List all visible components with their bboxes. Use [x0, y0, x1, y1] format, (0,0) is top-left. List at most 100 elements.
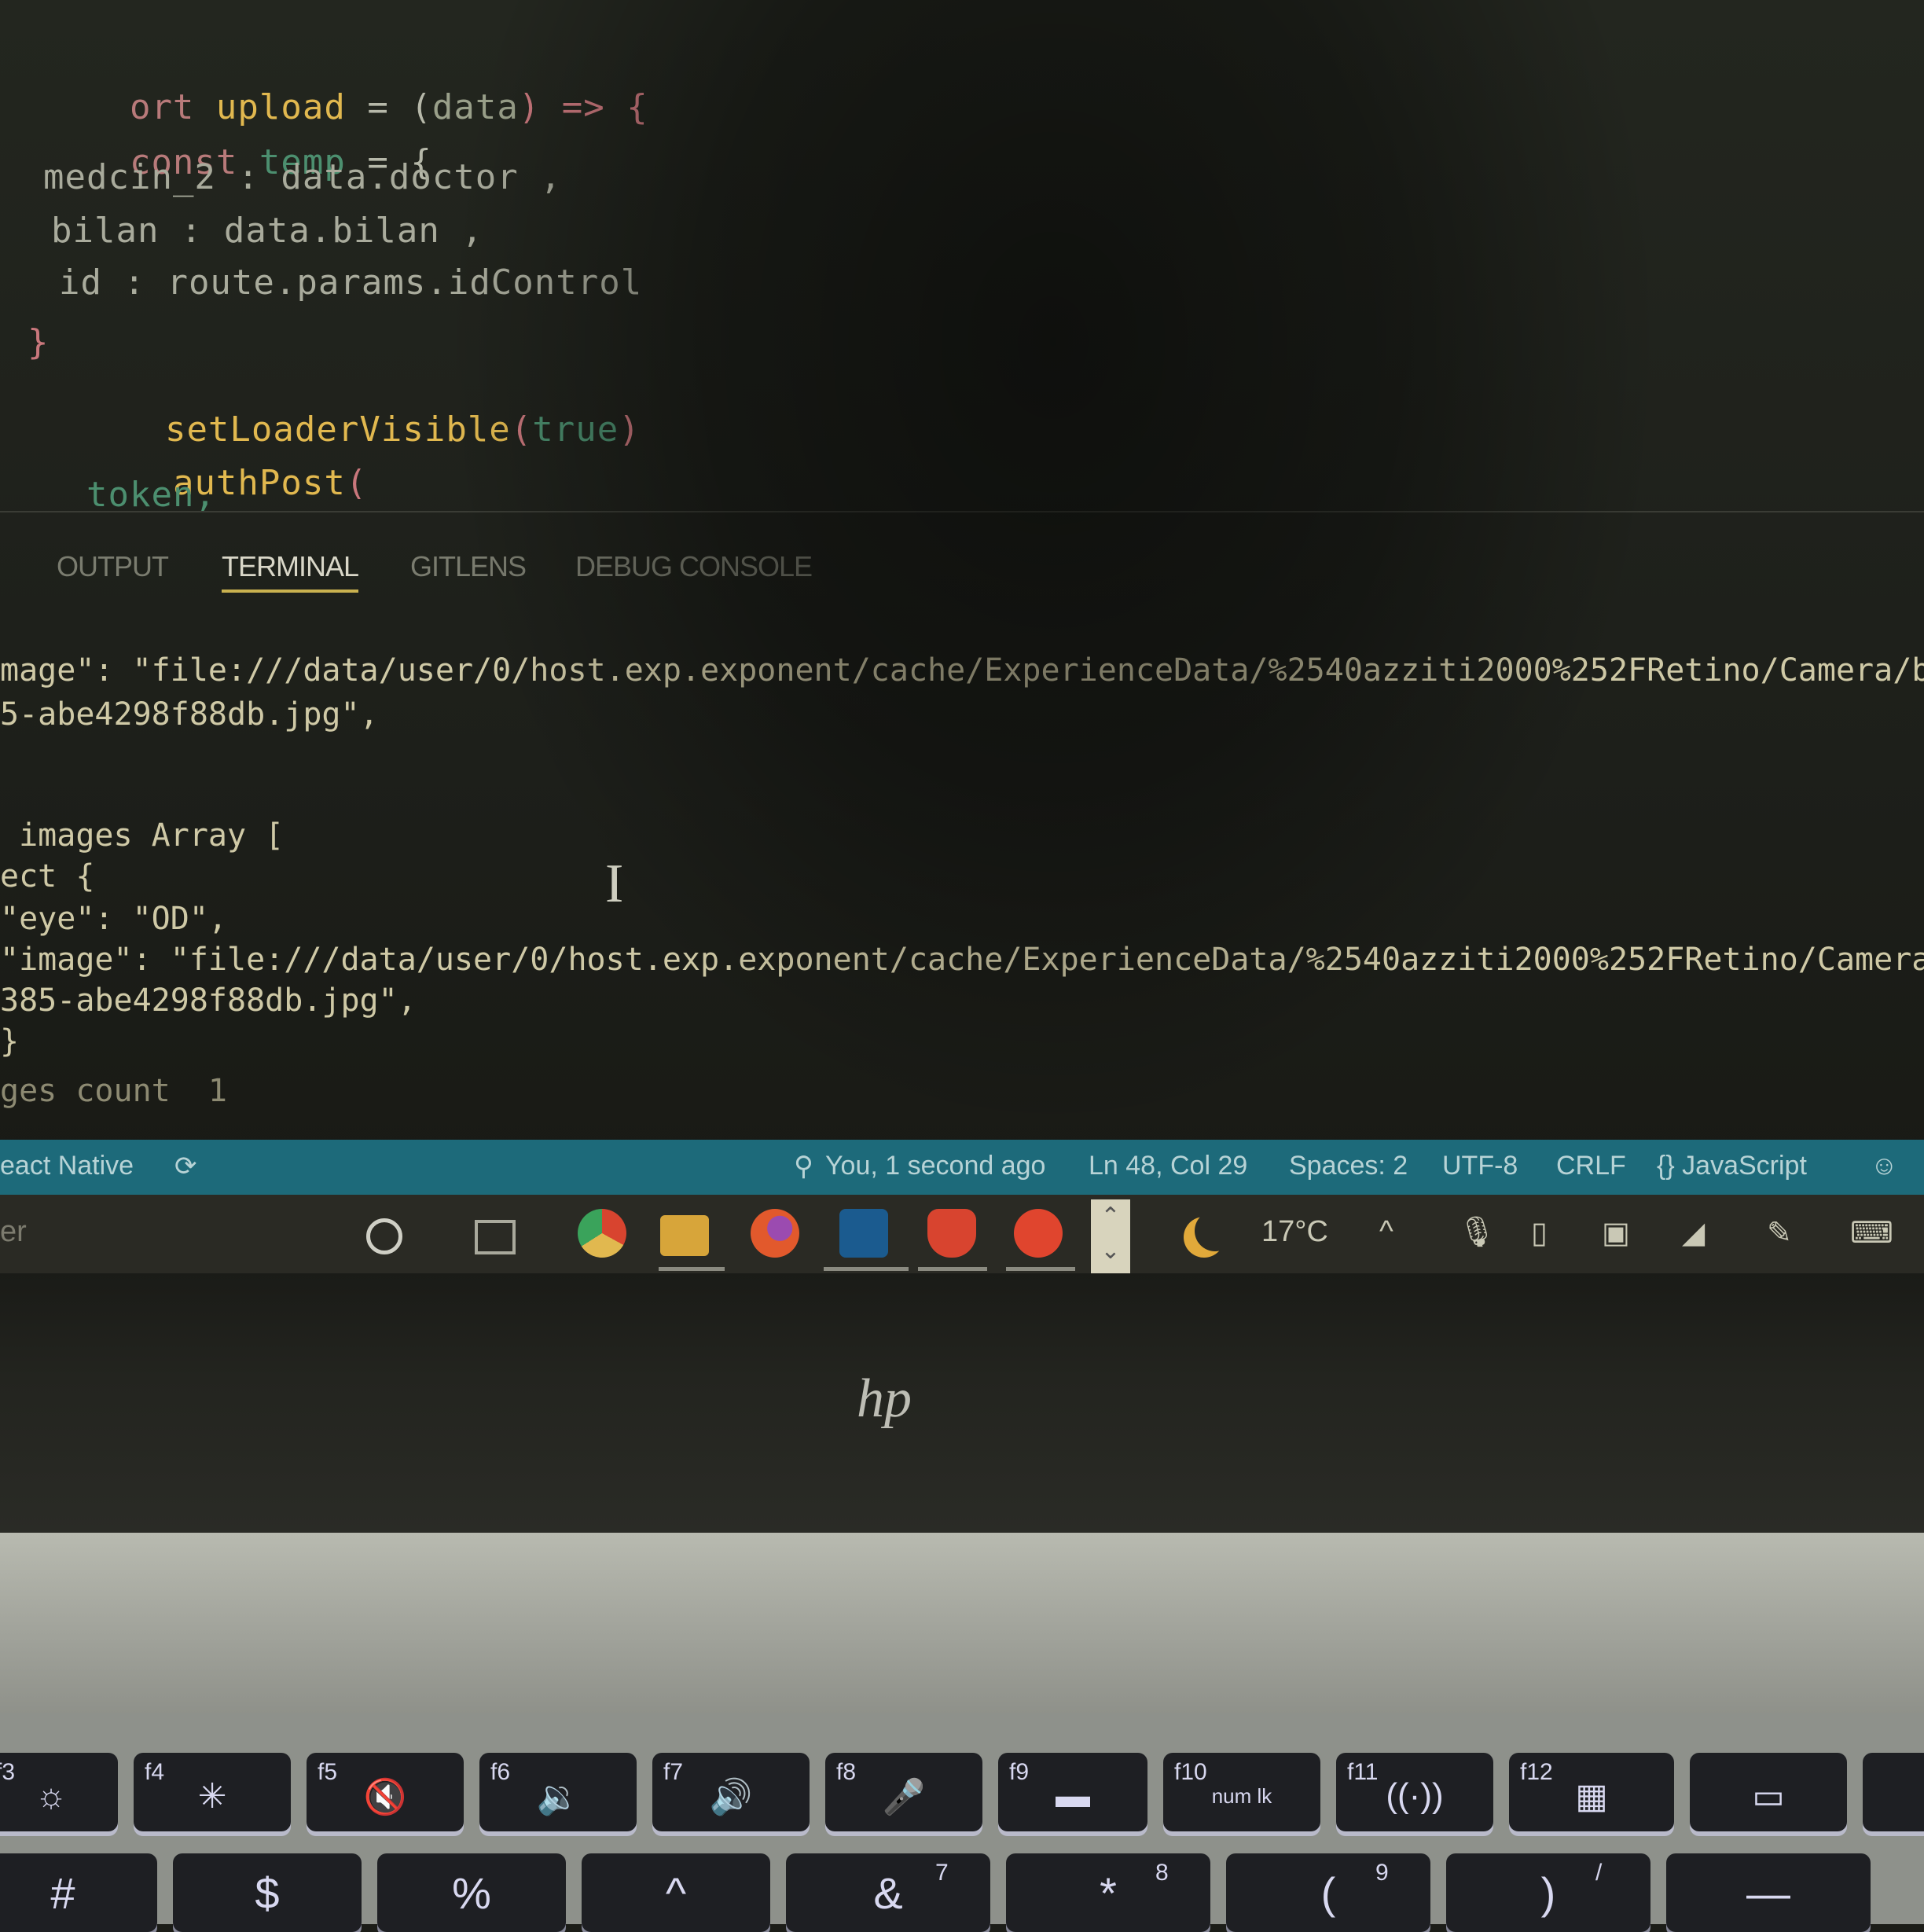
key-f3[interactable]: f3 ☼ — [0, 1753, 118, 1831]
status-framework[interactable]: eact Native — [0, 1151, 134, 1181]
laptop-screen: ort upload = (data) => { const temp = { … — [0, 0, 1924, 1273]
mute-icon: 🔇 — [363, 1778, 407, 1816]
microphone-icon[interactable]: 🎙 — [1458, 1215, 1496, 1250]
laptop-hinge — [0, 1533, 1924, 1713]
key-symbol: ^ — [665, 1868, 687, 1918]
key-symbol: * — [1100, 1868, 1117, 1918]
code-token: ( — [510, 410, 533, 450]
key-f9[interactable]: f9 ▬ — [998, 1753, 1147, 1831]
taskbar-scroll-control[interactable]: ⌃ ⌄ — [1091, 1199, 1130, 1273]
mic-mute-icon: 🎤 — [882, 1778, 926, 1816]
code-token: ) — [619, 410, 641, 450]
file-explorer-running-indicator — [659, 1267, 725, 1271]
key-minus[interactable]: — — [1666, 1853, 1871, 1932]
tab-output[interactable]: OUTPUT — [57, 550, 169, 583]
opera-icon[interactable] — [1014, 1209, 1063, 1258]
key-asterisk[interactable]: * 8 — [1006, 1853, 1210, 1932]
terminal-line: images Array [ — [0, 817, 285, 854]
status-encoding[interactable]: UTF-8 — [1442, 1151, 1518, 1181]
brightness-up-icon: ✳ — [197, 1777, 227, 1816]
key-symbol: # — [50, 1868, 75, 1918]
status-eol[interactable]: CRLF — [1556, 1151, 1626, 1181]
key-symbol: — — [1746, 1868, 1790, 1918]
panel-divider — [0, 511, 1924, 512]
key-symbol: ) — [1540, 1868, 1556, 1918]
key-label: f6 — [490, 1759, 511, 1785]
file-explorer-icon[interactable] — [660, 1215, 709, 1256]
key-percent[interactable]: % — [377, 1853, 566, 1932]
key-numpad-label: / — [1595, 1860, 1603, 1886]
key-symbol: ( — [1320, 1868, 1336, 1918]
code-line: bilan : data.bilan , — [51, 211, 483, 251]
key-f10[interactable]: f10 num lk — [1163, 1753, 1320, 1831]
key-numpad-label: 9 — [1375, 1860, 1389, 1886]
key-dollar[interactable]: $ — [173, 1853, 362, 1932]
keyboard-deck: f3 ☼ f4 ✳ f5 🔇 f6 🔉 f7 🔊 f8 🎤 f9 ▬ f10num lk f1… — [0, 1713, 1924, 1932]
weather-temperature[interactable]: 17°C — [1261, 1215, 1328, 1249]
vscode-running-indicator — [824, 1267, 909, 1271]
tab-debug-console[interactable]: DEBUG CONSOLE — [575, 550, 813, 583]
tab-gitlens[interactable]: GITLENS — [410, 550, 527, 583]
terminal-line: 385-abe4298f88db.jpg", — [0, 983, 417, 1019]
key-display[interactable]: ▭ — [1690, 1753, 1847, 1831]
key-f4[interactable]: f4 ✳ — [134, 1753, 291, 1831]
display-icon: ▭ — [1752, 1777, 1785, 1816]
code-token: data — [431, 87, 519, 127]
cortana-icon[interactable] — [366, 1218, 402, 1254]
firefox-icon[interactable] — [751, 1209, 799, 1258]
terminal-line: } — [0, 1023, 20, 1060]
status-blame[interactable]: You, 1 second ago — [825, 1151, 1045, 1181]
network-icon[interactable]: ◢ — [1682, 1215, 1705, 1251]
status-cursor-position[interactable]: Ln 48, Col 29 — [1089, 1151, 1247, 1181]
device-icon[interactable]: ▯ — [1531, 1215, 1548, 1251]
num-lock-label: num lk — [1211, 1784, 1272, 1808]
vscode-icon[interactable] — [839, 1209, 888, 1258]
key-f8[interactable]: f8 🎤 — [825, 1753, 982, 1831]
key-label: f9 — [1009, 1759, 1030, 1785]
code-line: } — [28, 322, 50, 362]
key-label: f11 — [1347, 1759, 1379, 1785]
opera-running-indicator — [1006, 1267, 1075, 1271]
key-f5[interactable]: f5 🔇 — [307, 1753, 464, 1831]
code-line: id : route.params.idControl — [59, 263, 643, 303]
status-language[interactable]: {} JavaScript — [1657, 1151, 1807, 1181]
key-f6[interactable]: f6 🔉 — [479, 1753, 637, 1831]
key-ampersand[interactable]: & 7 — [786, 1853, 990, 1932]
screen-share-icon[interactable]: ▣ — [1602, 1215, 1630, 1251]
sync-icon[interactable]: ⟳ — [174, 1151, 197, 1182]
key-caret[interactable]: ^ — [582, 1853, 770, 1932]
key-label: f5 — [318, 1759, 338, 1785]
key-hash[interactable]: # — [0, 1853, 157, 1932]
volume-up-icon: 🔊 — [709, 1778, 753, 1816]
terminal-line: "eye": "OD", — [0, 901, 227, 937]
chrome-icon[interactable] — [578, 1209, 626, 1258]
volume-down-icon: 🔉 — [536, 1778, 580, 1816]
tab-terminal[interactable]: TERMINAL — [222, 550, 359, 593]
task-view-icon[interactable] — [475, 1220, 516, 1254]
chevron-up-icon[interactable]: ^ — [1379, 1215, 1393, 1249]
hp-logo: hp — [857, 1368, 912, 1429]
key-symbol: $ — [255, 1868, 280, 1918]
brave-icon[interactable] — [927, 1209, 976, 1258]
keyboard-icon[interactable]: ⌨ — [1850, 1215, 1893, 1251]
key-close-paren[interactable]: ) / — [1446, 1853, 1650, 1932]
key-label: f8 — [836, 1759, 857, 1785]
taskbar-search-text[interactable]: er — [0, 1215, 27, 1249]
key-label: f12 — [1520, 1759, 1553, 1785]
feedback-icon[interactable]: ☺ — [1871, 1151, 1898, 1181]
git-blame-icon: ⚲ — [794, 1151, 813, 1181]
status-indentation[interactable]: Spaces: 2 — [1289, 1151, 1408, 1181]
code-line: token, — [86, 475, 216, 515]
terminal-line: 5-abe4298f88db.jpg", — [0, 696, 379, 733]
key-f7[interactable]: f7 🔊 — [652, 1753, 810, 1831]
terminal-output[interactable]: mage": "file:///data/user/0/host.exp.exp… — [0, 645, 1924, 1116]
pen-icon[interactable]: ✎ — [1767, 1215, 1792, 1251]
brightness-down-icon: ☼ — [35, 1776, 68, 1815]
key-f11[interactable]: f11 ((·)) — [1336, 1753, 1493, 1831]
key-open-paren[interactable]: (9 — [1226, 1853, 1430, 1932]
key-f12[interactable]: f12 ▦ — [1509, 1753, 1674, 1831]
key-insert[interactable] — [1863, 1753, 1924, 1831]
terminal-line: "image": "file:///data/user/0/host.exp.e… — [0, 942, 1924, 978]
backlight-icon: ▬ — [1056, 1776, 1090, 1815]
code-editor[interactable]: ort upload = (data) => { const temp = { … — [0, 31, 1924, 519]
